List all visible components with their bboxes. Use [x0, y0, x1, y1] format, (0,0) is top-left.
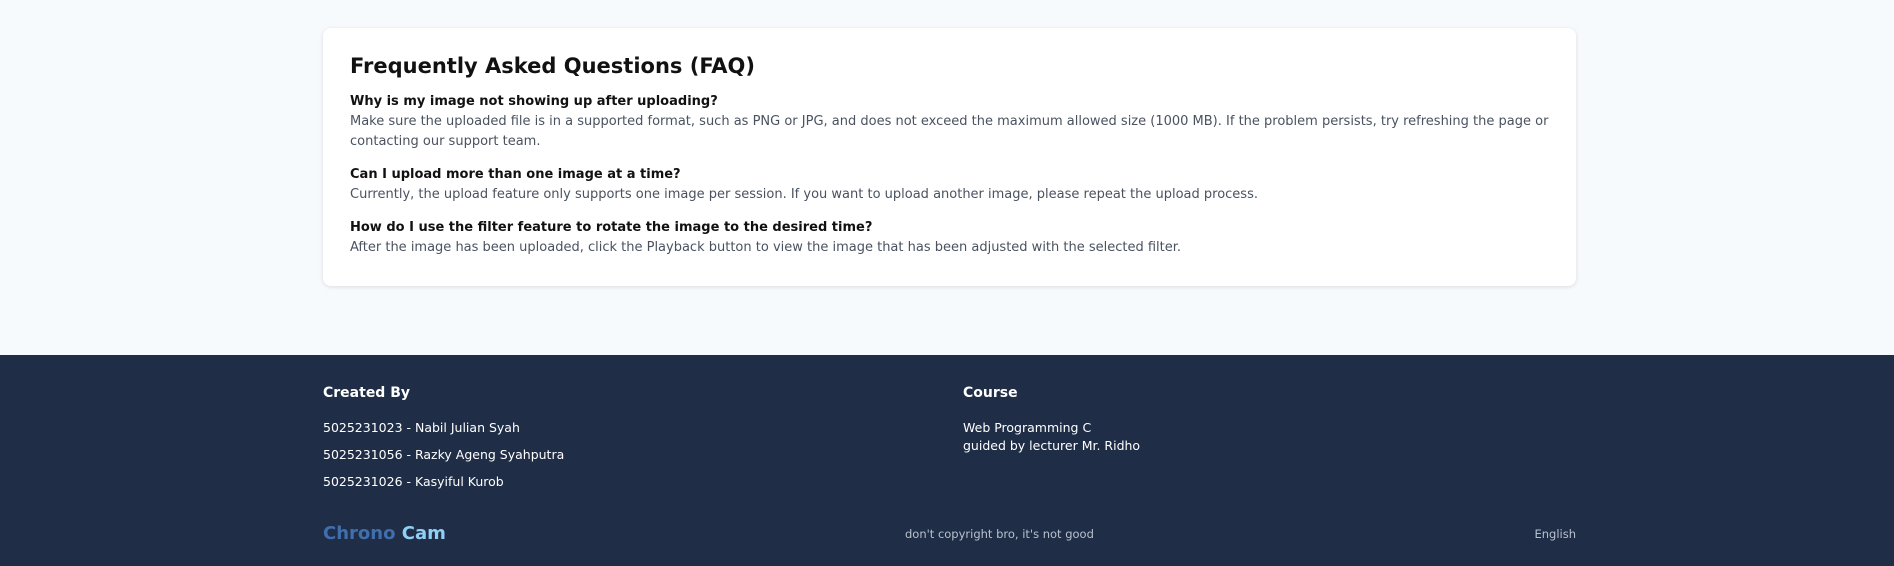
footer-tagline: don't copyright bro, it's not good [905, 527, 1094, 541]
faq-title: Frequently Asked Questions (FAQ) [350, 54, 755, 78]
team-member: 5025231056 - Razky Ageng Syahputra [323, 447, 565, 462]
created-by-column: Created By 5025231023 - Nabil Julian Sya… [323, 383, 963, 500]
faq-answer: Make sure the uploaded file is in a supp… [350, 114, 1549, 149]
course-title: Course [963, 385, 1018, 401]
footer-bottom-bar: Chrono Cam don't copyright bro, it's not… [323, 521, 1576, 547]
course-lecturer: guided by lecturer Mr. Ridho [963, 438, 1141, 453]
faq-item: Can I upload more than one image at a ti… [350, 165, 1549, 205]
faq-question: How do I use the filter feature to rotat… [350, 220, 873, 235]
language-selector[interactable]: English [1534, 525, 1576, 543]
course-name: Web Programming C [963, 420, 1092, 435]
main-content: Frequently Asked Questions (FAQ) Why is … [0, 0, 1894, 355]
team-member: 5025231023 - Nabil Julian Syah [323, 420, 520, 435]
faq-answer: After the image has been uploaded, click… [350, 240, 1182, 255]
brand-part-chrono: Chrono [323, 523, 396, 544]
brand-part-cam: Cam [401, 523, 446, 544]
faq-question: Why is my image not showing up after upl… [350, 94, 718, 109]
faq-answer: Currently, the upload feature only suppo… [350, 187, 1258, 202]
brand-logo[interactable]: Chrono Cam [323, 521, 446, 547]
team-member: 5025231026 - Kasyiful Kurob [323, 474, 504, 489]
site-footer: Created By 5025231023 - Nabil Julian Sya… [0, 355, 1894, 566]
faq-question: Can I upload more than one image at a ti… [350, 167, 681, 182]
faq-item: How do I use the filter feature to rotat… [350, 218, 1549, 258]
faq-item: Why is my image not showing up after upl… [350, 92, 1549, 152]
created-by-title: Created By [323, 385, 411, 401]
course-column: Course Web Programming C guided by lectu… [963, 383, 1576, 500]
footer-columns: Created By 5025231023 - Nabil Julian Sya… [323, 383, 1576, 500]
faq-card: Frequently Asked Questions (FAQ) Why is … [323, 28, 1576, 286]
